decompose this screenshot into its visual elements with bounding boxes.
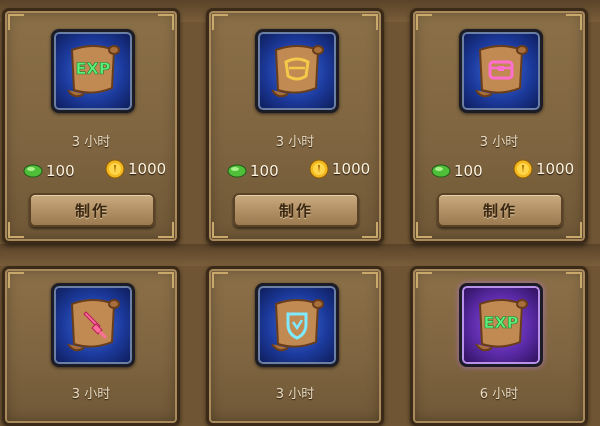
green-gem-icon [227, 164, 247, 178]
coin-cost-value: 1000 [128, 160, 167, 178]
svg-text:EXP: EXP [484, 313, 519, 332]
craft-duration: 3 小时 [479, 135, 519, 150]
coin-cost: 1000 [513, 159, 574, 179]
craft-card-gold: 3 小时 100 1000 制作 [206, 8, 384, 244]
coin-cost: 1000 [309, 159, 370, 179]
chest-scroll-icon[interactable] [459, 29, 543, 113]
coin-cost-value: 1000 [332, 160, 371, 178]
gem-cost-value: 100 [454, 162, 483, 180]
middle-shelf [0, 244, 600, 266]
coin-cost-value: 1000 [536, 160, 575, 178]
gold-coin-icon [513, 159, 533, 179]
craft-duration: 3 小时 [275, 387, 315, 402]
craft-card-chest: 3 小时 100 1000 制作 [410, 8, 588, 244]
craft-duration: 6 小时 [479, 387, 519, 402]
craft-card-exp: EXP 3 小时 100 1000 制作 [2, 8, 180, 244]
gold-rune-scroll-icon[interactable] [255, 29, 339, 113]
craft-button[interactable]: 制作 [29, 193, 155, 227]
svg-text:EXP: EXP [76, 59, 111, 78]
coin-cost: 1000 [105, 159, 166, 179]
craft-duration: 3 小时 [275, 135, 315, 150]
gem-cost-value: 100 [250, 162, 279, 180]
craft-card-sword: 3 小时 [2, 266, 180, 426]
craft-card-exp-purple: EXP 6 小时 [410, 266, 588, 426]
gem-cost-value: 100 [46, 162, 75, 180]
sword-scroll-icon[interactable] [51, 283, 135, 367]
gem-cost: 100 [431, 162, 483, 180]
craft-duration: 3 小时 [71, 387, 111, 402]
shield-scroll-icon[interactable] [255, 283, 339, 367]
gold-coin-icon [309, 159, 329, 179]
exp-scroll-icon[interactable]: EXP [51, 29, 135, 113]
exp-scroll-purple-icon[interactable]: EXP [459, 283, 543, 367]
craft-card-shield: 3 小时 [206, 266, 384, 426]
craft-button[interactable]: 制作 [437, 193, 563, 227]
green-gem-icon [23, 164, 43, 178]
gem-cost: 100 [227, 162, 279, 180]
craft-button[interactable]: 制作 [233, 193, 359, 227]
green-gem-icon [431, 164, 451, 178]
gold-coin-icon [105, 159, 125, 179]
gem-cost: 100 [23, 162, 75, 180]
craft-duration: 3 小时 [71, 135, 111, 150]
